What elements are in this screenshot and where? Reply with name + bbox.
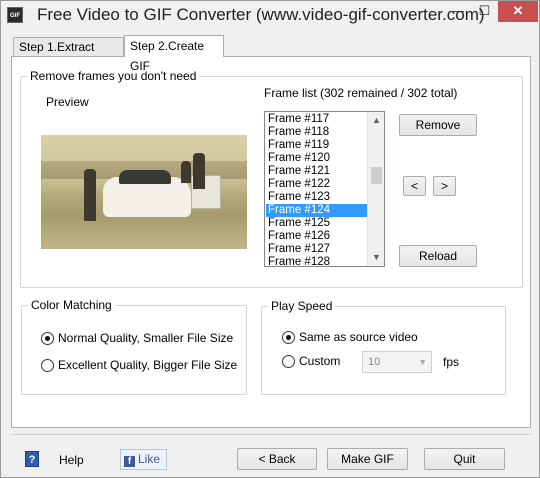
remove-frames-group-label: Remove frames you don't need bbox=[27, 69, 200, 83]
radio-unchecked-icon[interactable] bbox=[41, 358, 54, 372]
reload-button[interactable]: Reload bbox=[399, 245, 477, 267]
frame-list-item[interactable]: Frame #123 bbox=[266, 191, 369, 204]
frame-list-scrollbar[interactable]: ▲ ▼ bbox=[367, 112, 384, 266]
frame-list-item[interactable]: Frame #127 bbox=[266, 243, 369, 256]
play-speed-group-label: Play Speed bbox=[268, 299, 336, 313]
normal-quality-label: Normal Quality, Smaller File Size bbox=[58, 331, 234, 345]
frame-list-item[interactable]: Frame #119 bbox=[266, 139, 369, 152]
back-button[interactable]: < Back bbox=[237, 448, 317, 470]
normal-quality-option[interactable]: Normal Quality, Smaller File Size bbox=[41, 331, 233, 345]
help-link[interactable]: Help bbox=[59, 453, 84, 467]
radio-checked-icon[interactable] bbox=[41, 331, 54, 345]
app-window: GIF Free Video to GIF Converter (www.vid… bbox=[0, 0, 540, 478]
scroll-up-icon[interactable]: ▲ bbox=[368, 112, 384, 129]
maximize-button[interactable]: ☐ bbox=[471, 1, 498, 22]
radio-checked-icon[interactable] bbox=[282, 330, 295, 344]
scroll-thumb[interactable] bbox=[371, 167, 382, 184]
excellent-quality-label: Excellent Quality, Bigger File Size bbox=[58, 358, 238, 372]
frame-items: Frame #117 Frame #118 Frame #119 Frame #… bbox=[266, 113, 369, 266]
like-label: Like bbox=[138, 452, 161, 466]
frame-list-item[interactable]: Frame #117 bbox=[266, 113, 369, 126]
facebook-like-button[interactable]: f Like bbox=[120, 449, 167, 470]
frame-list-label: Frame list (302 remained / 302 total) bbox=[264, 86, 458, 100]
custom-speed-label: Custom bbox=[299, 354, 341, 368]
excellent-quality-option[interactable]: Excellent Quality, Bigger File Size bbox=[41, 358, 237, 372]
fps-value: 10 bbox=[368, 356, 381, 368]
help-icon[interactable]: ? bbox=[25, 451, 39, 467]
same-as-source-label: Same as source video bbox=[299, 330, 418, 344]
preview-label: Preview bbox=[46, 95, 89, 109]
same-as-source-option[interactable]: Same as source video bbox=[282, 330, 418, 344]
minimize-button[interactable]: — bbox=[444, 1, 471, 22]
frame-list[interactable]: Frame #117 Frame #118 Frame #119 Frame #… bbox=[264, 111, 385, 267]
window-title: Free Video to GIF Converter (www.video-g… bbox=[37, 5, 485, 24]
preview-person bbox=[193, 153, 205, 189]
frame-list-item[interactable]: Frame #121 bbox=[266, 165, 369, 178]
fps-select: 10 ▼ bbox=[362, 351, 432, 373]
frame-list-item-selected[interactable]: Frame #124 bbox=[266, 204, 369, 217]
app-icon: GIF bbox=[7, 7, 23, 23]
tab-create-gif[interactable]: Step 2.Create GIF bbox=[124, 35, 224, 73]
close-button[interactable]: ✕ bbox=[498, 1, 538, 22]
custom-speed-option[interactable]: Custom bbox=[282, 354, 340, 368]
make-gif-button[interactable]: Make GIF bbox=[327, 448, 408, 470]
quit-button[interactable]: Quit bbox=[424, 448, 505, 470]
scroll-down-icon[interactable]: ▼ bbox=[368, 249, 384, 266]
footer-divider bbox=[11, 434, 531, 435]
frame-list-item[interactable]: Frame #122 bbox=[266, 178, 369, 191]
frame-list-item[interactable]: Frame #128 bbox=[266, 256, 369, 266]
title-bar: GIF Free Video to GIF Converter (www.vid… bbox=[1, 1, 539, 31]
facebook-icon: f bbox=[124, 456, 135, 467]
preview-person bbox=[181, 161, 191, 183]
color-matching-group-label: Color Matching bbox=[28, 298, 115, 312]
preview-person bbox=[84, 169, 96, 221]
next-frame-button[interactable]: > bbox=[433, 176, 456, 196]
preview-image bbox=[41, 135, 247, 249]
create-gif-panel: Remove frames you don't need Preview Fra… bbox=[11, 56, 531, 428]
remove-button[interactable]: Remove bbox=[399, 114, 477, 136]
preview-car-window bbox=[119, 170, 171, 184]
frame-list-item[interactable]: Frame #118 bbox=[266, 126, 369, 139]
chevron-down-icon: ▼ bbox=[418, 357, 427, 367]
frame-list-item[interactable]: Frame #120 bbox=[266, 152, 369, 165]
color-matching-group: Color Matching bbox=[21, 298, 247, 395]
radio-unchecked-icon[interactable] bbox=[282, 354, 295, 368]
fps-unit-label: fps bbox=[443, 355, 460, 369]
frame-list-item[interactable]: Frame #125 bbox=[266, 217, 369, 230]
tab-extract-video[interactable]: Step 1.Extract Video bbox=[13, 37, 124, 72]
previous-frame-button[interactable]: < bbox=[403, 176, 426, 196]
frame-list-item[interactable]: Frame #126 bbox=[266, 230, 369, 243]
